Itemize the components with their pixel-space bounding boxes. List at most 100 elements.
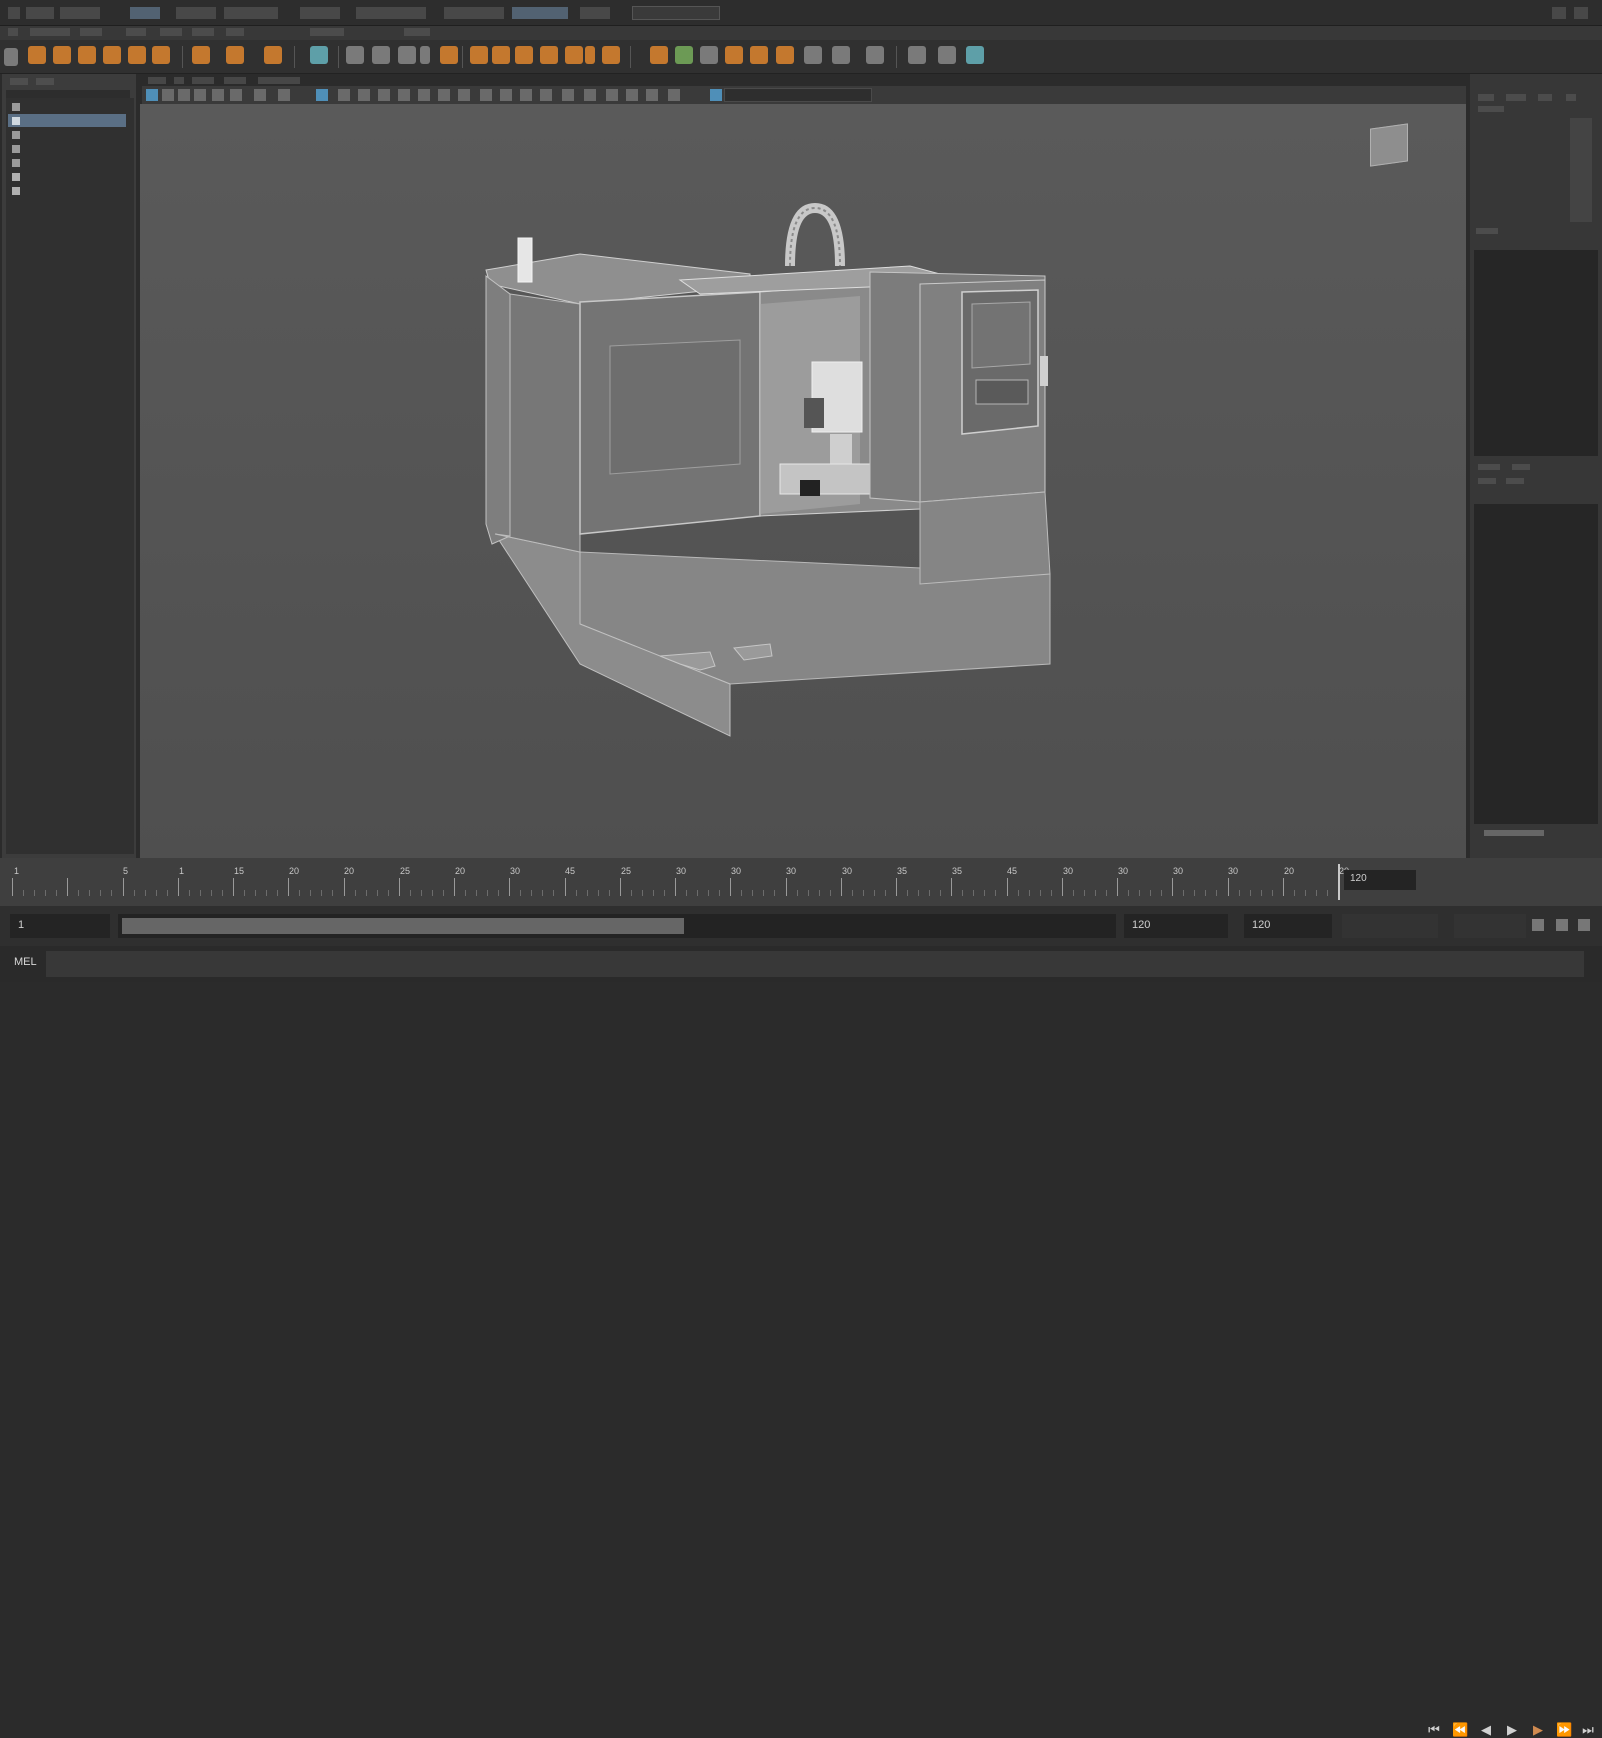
bookmark-icon[interactable] <box>178 89 190 101</box>
mirror-icon[interactable] <box>515 46 533 64</box>
poly-plane-icon[interactable] <box>152 46 170 64</box>
view-transform-icon[interactable] <box>710 89 722 101</box>
smooth-icon[interactable] <box>310 46 328 64</box>
step-back-key-icon[interactable]: ⏪ <box>1452 1722 1468 1738</box>
auto-key-icon[interactable] <box>1556 919 1568 931</box>
menu-item[interactable] <box>356 7 426 19</box>
character-set-icon[interactable] <box>1532 919 1544 931</box>
channel-box-menu[interactable] <box>1478 94 1494 101</box>
outliner-row-selected[interactable] <box>8 114 126 127</box>
menu-item[interactable] <box>512 7 568 19</box>
poly-cube-icon[interactable] <box>28 46 46 64</box>
command-input[interactable] <box>46 951 1584 977</box>
channel-box-menu[interactable] <box>1538 94 1552 101</box>
outliner-row-group[interactable] <box>8 184 126 197</box>
ep-curve-icon[interactable] <box>938 46 956 64</box>
menu-item[interactable] <box>26 7 54 19</box>
shelf-tab[interactable] <box>30 28 70 36</box>
outliner-row-front[interactable] <box>8 142 126 155</box>
resolution-gate-icon[interactable] <box>254 89 266 101</box>
isolate-select-icon[interactable] <box>540 89 552 101</box>
pinch-brush-icon[interactable] <box>750 46 768 64</box>
fps-dropdown[interactable] <box>1342 914 1438 938</box>
end-frame-field[interactable]: 120 <box>1124 914 1228 938</box>
grab-icon[interactable] <box>675 46 693 64</box>
layer-tab-anim[interactable] <box>1512 464 1530 470</box>
gate-mask-icon[interactable] <box>278 89 290 101</box>
cylindrical-map-icon[interactable] <box>585 46 595 64</box>
preferences-icon[interactable] <box>1578 919 1590 931</box>
menu-item[interactable] <box>8 7 20 19</box>
play-forward-icon[interactable]: ▶ <box>1504 1722 1520 1738</box>
safe-action-icon[interactable] <box>338 89 350 101</box>
outliner-menu-display[interactable] <box>10 78 28 85</box>
motion-blur-icon[interactable] <box>480 89 492 101</box>
layer-tab-display[interactable] <box>1478 464 1500 470</box>
extrude-icon[interactable] <box>346 46 364 64</box>
time-slider[interactable]: 5 1 15 20 20 25 20 30 45 25 30 30 30 30 35 35 45 30 30 30 30… <box>0 858 1602 1737</box>
perspective-viewport[interactable] <box>140 104 1466 858</box>
film-gate-icon[interactable] <box>230 89 242 101</box>
multi-cut-icon[interactable] <box>440 46 458 64</box>
panel-menu-renderer[interactable] <box>258 77 300 84</box>
shelf-tab[interactable] <box>310 28 344 36</box>
wireframe-icon[interactable] <box>358 89 370 101</box>
combine-icon[interactable] <box>192 46 210 64</box>
options-menu[interactable] <box>1506 478 1524 484</box>
start-frame-field[interactable]: 1 <box>10 914 110 938</box>
backface-culling-icon[interactable] <box>606 89 618 101</box>
channel-box-menu[interactable] <box>1566 94 1576 101</box>
insert-edge-loop-icon[interactable] <box>420 46 430 64</box>
go-to-start-icon[interactable]: ⏮ <box>1426 1722 1442 1738</box>
menu-item[interactable] <box>444 7 504 19</box>
current-frame-field[interactable]: 120 <box>1344 870 1416 890</box>
shelf-tab[interactable] <box>8 28 18 36</box>
panel-menu-view[interactable] <box>148 77 166 84</box>
outliner-row-mesh[interactable] <box>8 170 126 183</box>
relax-brush-icon[interactable] <box>725 46 743 64</box>
camera-attributes-icon[interactable] <box>162 89 174 101</box>
bevel-icon[interactable] <box>398 46 416 64</box>
step-back-frame-icon[interactable]: ◀ <box>1478 1722 1494 1738</box>
xray-joints-icon[interactable] <box>584 89 596 101</box>
planar-map-icon[interactable] <box>565 46 583 64</box>
image-plane-icon[interactable] <box>194 89 206 101</box>
go-to-end-icon[interactable]: ⏭ <box>1580 1722 1596 1738</box>
menu-item[interactable] <box>176 7 216 19</box>
sculpt-icon[interactable] <box>650 46 668 64</box>
outliner-row-persp[interactable] <box>8 100 126 113</box>
panel-menu-show[interactable] <box>224 77 246 84</box>
view-transform-dropdown[interactable] <box>724 88 872 102</box>
window-close-icon[interactable] <box>1574 7 1588 19</box>
flatten-brush-icon[interactable] <box>776 46 794 64</box>
select-camera-icon[interactable] <box>146 89 158 101</box>
xray-icon[interactable] <box>562 89 574 101</box>
exposure-icon[interactable] <box>626 89 638 101</box>
shelf-tab[interactable] <box>160 28 182 36</box>
menu-item[interactable] <box>300 7 340 19</box>
view-cube[interactable] <box>1370 123 1408 167</box>
separate-icon[interactable] <box>226 46 244 64</box>
lights-icon[interactable] <box>418 89 430 101</box>
shelf-tab[interactable] <box>80 28 102 36</box>
select-tool-icon[interactable] <box>4 48 18 66</box>
outliner-row-side[interactable] <box>8 156 126 169</box>
menu-item[interactable] <box>130 7 160 19</box>
automatic-map-icon[interactable] <box>602 46 620 64</box>
menu-item[interactable] <box>580 7 610 19</box>
panel-menu-shading[interactable] <box>174 77 184 84</box>
shelf-tab[interactable] <box>126 28 146 36</box>
step-forward-frame-icon[interactable]: ⏩ <box>1556 1722 1572 1738</box>
repeat-brush-icon[interactable] <box>866 46 884 64</box>
paint-effects-icon[interactable] <box>966 46 984 64</box>
spray-brush-icon[interactable] <box>832 46 850 64</box>
layers-menu[interactable] <box>1478 478 1496 484</box>
extract-icon[interactable] <box>264 46 282 64</box>
range-slider-track[interactable] <box>118 914 1116 938</box>
anti-aliasing-icon[interactable] <box>500 89 512 101</box>
poly-cone-icon[interactable] <box>103 46 121 64</box>
depth-of-field-icon[interactable] <box>520 89 532 101</box>
shelf-tab[interactable] <box>226 28 244 36</box>
smooth-shade-icon[interactable] <box>378 89 390 101</box>
channel-box-menu[interactable] <box>1506 94 1526 101</box>
